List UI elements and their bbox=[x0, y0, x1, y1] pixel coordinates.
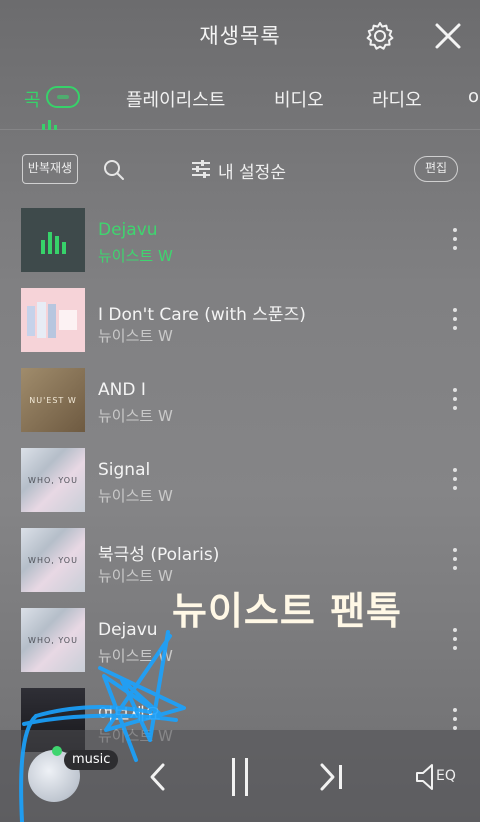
song-artist: 뉴이스트 W bbox=[98, 407, 173, 425]
playing-indicator-icon bbox=[42, 118, 62, 130]
song-title: AND I bbox=[98, 380, 146, 400]
more-vertical-icon[interactable] bbox=[448, 706, 462, 732]
more-vertical-icon[interactable] bbox=[448, 386, 462, 412]
song-title: Signal bbox=[98, 460, 151, 480]
list-item[interactable]: I Don't Care (with 스푼즈) 뉴이스트 W bbox=[0, 278, 480, 358]
song-artist: 뉴이스트 W bbox=[98, 567, 173, 585]
edit-button[interactable]: 편집 bbox=[414, 156, 458, 182]
album-art-text: WHO, YOU bbox=[28, 556, 78, 565]
album-art-text: WHO, YOU bbox=[28, 476, 78, 485]
sort-icon[interactable] bbox=[190, 158, 212, 180]
header: 재생목록 bbox=[0, 0, 480, 70]
song-count-pill bbox=[46, 86, 80, 108]
song-artist: 뉴이스트 W bbox=[98, 327, 173, 345]
tab-videos[interactable]: 비디오 bbox=[274, 86, 324, 112]
tab-more[interactable]: o bbox=[468, 86, 479, 107]
more-vertical-icon[interactable] bbox=[448, 306, 462, 332]
search-icon[interactable] bbox=[102, 158, 126, 182]
tab-playlists[interactable]: 플레이리스트 bbox=[126, 86, 225, 112]
more-vertical-icon[interactable] bbox=[448, 466, 462, 492]
close-icon[interactable] bbox=[432, 20, 464, 52]
more-vertical-icon[interactable] bbox=[448, 226, 462, 252]
more-vertical-icon[interactable] bbox=[448, 546, 462, 572]
song-artist: 뉴이스트 W bbox=[98, 247, 173, 265]
star-doodle bbox=[19, 630, 186, 822]
song-title: 북극성 (Polaris) bbox=[98, 545, 220, 565]
album-art: NU'EST W bbox=[21, 368, 85, 432]
album-art: WHO, YOU bbox=[21, 528, 85, 592]
playlist-toolbar: 반복재생 내 설정순 편집 bbox=[0, 146, 480, 190]
speaker-eq-icon[interactable] bbox=[414, 762, 438, 792]
album-art bbox=[21, 288, 85, 352]
album-art-text: NU'EST W bbox=[29, 396, 77, 405]
song-artist: 뉴이스트 W bbox=[98, 487, 173, 505]
list-item[interactable]: WHO, YOU Signal 뉴이스트 W bbox=[0, 438, 480, 518]
more-vertical-icon[interactable] bbox=[448, 626, 462, 652]
sort-label[interactable]: 내 설정순 bbox=[218, 158, 286, 183]
gear-icon[interactable] bbox=[364, 20, 396, 52]
eq-label[interactable]: EQ bbox=[436, 768, 456, 784]
album-art bbox=[21, 208, 85, 272]
list-item[interactable]: NU'EST W AND I 뉴이스트 W bbox=[0, 358, 480, 438]
song-title: Dejavu bbox=[98, 220, 158, 240]
tab-radio[interactable]: 라디오 bbox=[372, 86, 422, 112]
song-title: I Don't Care (with 스푼즈) bbox=[98, 305, 306, 325]
list-item[interactable]: Dejavu 뉴이스트 W bbox=[0, 198, 480, 278]
album-art: WHO, YOU bbox=[21, 448, 85, 512]
tab-songs[interactable]: 곡 bbox=[24, 86, 41, 112]
page-title: 재생목록 bbox=[199, 24, 281, 48]
next-icon[interactable] bbox=[318, 762, 346, 792]
repeat-button[interactable]: 반복재생 bbox=[22, 154, 78, 184]
